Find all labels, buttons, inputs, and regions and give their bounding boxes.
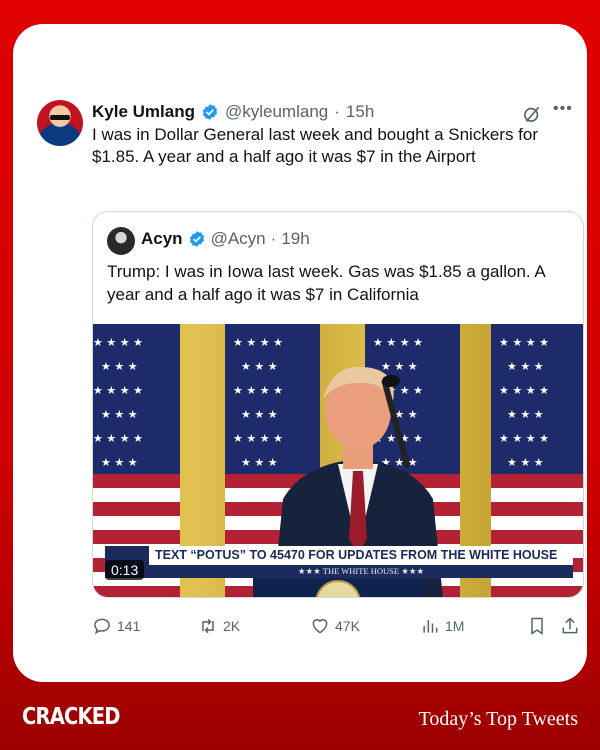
video-banner: TEXT “POTUS” TO 45470 FOR UPDATES FROM T…	[149, 546, 573, 565]
reply-icon	[94, 618, 110, 635]
share-icon	[562, 617, 578, 634]
bookmark-icon	[531, 617, 543, 635]
quote-author-name[interactable]: Acyn	[141, 228, 183, 250]
verified-badge-icon	[202, 104, 218, 120]
tweet-actions: 141 2K 47K 1M	[92, 616, 582, 638]
svg-text:★ ★ ★ ★: ★ ★ ★ ★	[499, 384, 549, 397]
author-handle[interactable]: @kyleumlang	[225, 102, 328, 122]
grok-icon[interactable]	[522, 104, 542, 124]
svg-text:★ ★ ★ ★: ★ ★ ★ ★	[373, 336, 423, 349]
video-banner-subtitle: ★★★ THE WHITE HOUSE ★★★	[149, 565, 573, 578]
views-icon	[423, 620, 438, 633]
repost-icon	[202, 618, 214, 634]
svg-text:★ ★ ★: ★ ★ ★	[101, 456, 138, 469]
separator-dot: ·	[270, 229, 277, 248]
svg-text:★ ★ ★: ★ ★ ★	[507, 360, 544, 373]
quote-author-handle[interactable]: @Acyn	[211, 228, 266, 250]
author-name[interactable]: Kyle Umlang	[92, 102, 195, 122]
svg-text:★ ★ ★: ★ ★ ★	[101, 360, 138, 373]
quoted-tweet[interactable]: Acyn @Acyn · 19h Trump: I was in Iowa la…	[92, 211, 584, 598]
quote-text: Trump: I was in Iowa last week. Gas was …	[107, 262, 545, 304]
verified-badge-icon	[189, 231, 204, 247]
svg-text:★ ★ ★: ★ ★ ★	[101, 408, 138, 421]
views-button[interactable]: 1M	[420, 616, 464, 636]
quote-timestamp[interactable]: 19h	[281, 228, 309, 250]
svg-text:★ ★ ★ ★: ★ ★ ★ ★	[93, 384, 143, 397]
svg-text:★ ★ ★ ★: ★ ★ ★ ★	[93, 336, 143, 349]
heart-icon	[312, 619, 328, 634]
video-timecode: 0:13	[105, 560, 145, 580]
svg-text:★ ★ ★: ★ ★ ★	[507, 456, 544, 469]
author-avatar[interactable]	[37, 100, 83, 146]
share-button[interactable]	[560, 616, 580, 636]
tweet-timestamp[interactable]: 15h	[346, 102, 374, 122]
tweet-text: I was in Dollar General last week and bo…	[92, 125, 539, 166]
reply-button[interactable]: 141	[92, 616, 140, 636]
svg-text:★ ★ ★ ★: ★ ★ ★ ★	[499, 336, 549, 349]
separator-dot: ·	[334, 102, 340, 121]
like-button[interactable]: 47K	[310, 616, 360, 636]
tweet-card: Kyle Umlang @kyleumlang · 15h ••• I was …	[13, 24, 587, 682]
cracked-logo: CRACKED	[22, 704, 121, 730]
reply-count: 141	[117, 618, 141, 634]
quote-author-avatar[interactable]	[107, 227, 135, 255]
quote-header: Acyn @Acyn · 19h	[141, 228, 310, 250]
svg-text:★ ★ ★: ★ ★ ★	[507, 408, 544, 421]
repost-button[interactable]: 2K	[198, 616, 240, 636]
bookmark-button[interactable]	[527, 616, 547, 636]
more-icon[interactable]: •••	[553, 100, 573, 118]
views-count: 1M	[445, 618, 465, 634]
svg-text:★ ★ ★ ★: ★ ★ ★ ★	[93, 432, 143, 445]
footer-title: Today’s Top Tweets	[418, 708, 579, 730]
svg-text:★ ★ ★ ★: ★ ★ ★ ★	[499, 432, 549, 445]
like-count: 47K	[335, 618, 360, 634]
svg-text:★ ★ ★ ★: ★ ★ ★ ★	[233, 336, 283, 349]
video-player[interactable]: ★ ★ ★ ★ ★ ★ ★ ★ ★ ★ ★ ★ ★ ★ ★ ★ ★ ★ ★ ★ ★ ★ ★…	[93, 324, 583, 597]
repost-count: 2K	[223, 618, 241, 634]
tweet-header: Kyle Umlang @kyleumlang · 15h	[92, 102, 374, 122]
